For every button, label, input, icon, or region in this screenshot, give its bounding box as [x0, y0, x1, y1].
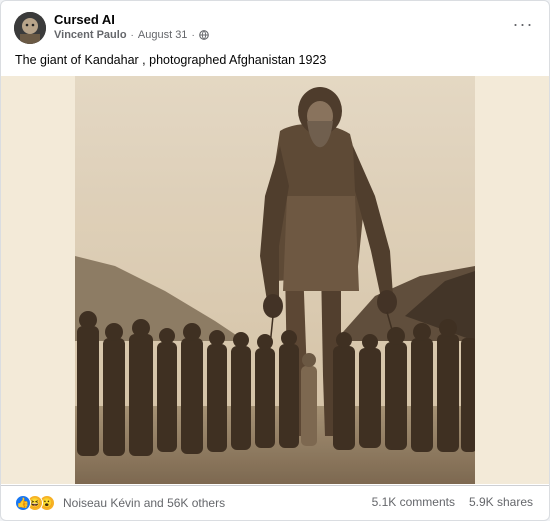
post-card: Cursed AI Vincent Paulo · August 31 · ··…	[0, 0, 550, 521]
engagement-counts: 5.1K comments 5.9K shares	[372, 495, 533, 509]
author-name[interactable]: Vincent Paulo	[54, 29, 127, 41]
shares-count[interactable]: 5.9K shares	[469, 495, 533, 509]
globe-icon	[198, 30, 209, 40]
like-icon: 👍	[15, 495, 31, 511]
post-header: Cursed AI Vincent Paulo · August 31 · ··…	[1, 1, 549, 45]
more-options-icon[interactable]: ···	[509, 13, 537, 35]
reaction-icons: 👍 😆 😮	[15, 495, 55, 511]
meta-separator: ·	[130, 29, 134, 41]
meta-separator: ·	[191, 29, 195, 41]
post-image-frame	[1, 76, 549, 484]
post-date[interactable]: August 31	[138, 29, 188, 41]
post-caption: The giant of Kandahar , photographed Afg…	[15, 53, 327, 67]
post-footer: 👍 😆 😮 Noiseau Kévin and 56K others 5.1K …	[1, 485, 549, 520]
reaction-count-text[interactable]: Noiseau Kévin and 56K others	[63, 496, 225, 510]
post-meta: Vincent Paulo · August 31 ·	[54, 29, 209, 41]
group-name[interactable]: Cursed AI	[54, 12, 115, 27]
reaction-summary[interactable]: 👍 😆 😮 Noiseau Kévin and 56K others	[15, 495, 225, 511]
post-image[interactable]	[75, 76, 475, 484]
comments-count[interactable]: 5.1K comments	[372, 495, 455, 509]
group-avatar[interactable]	[14, 12, 46, 44]
